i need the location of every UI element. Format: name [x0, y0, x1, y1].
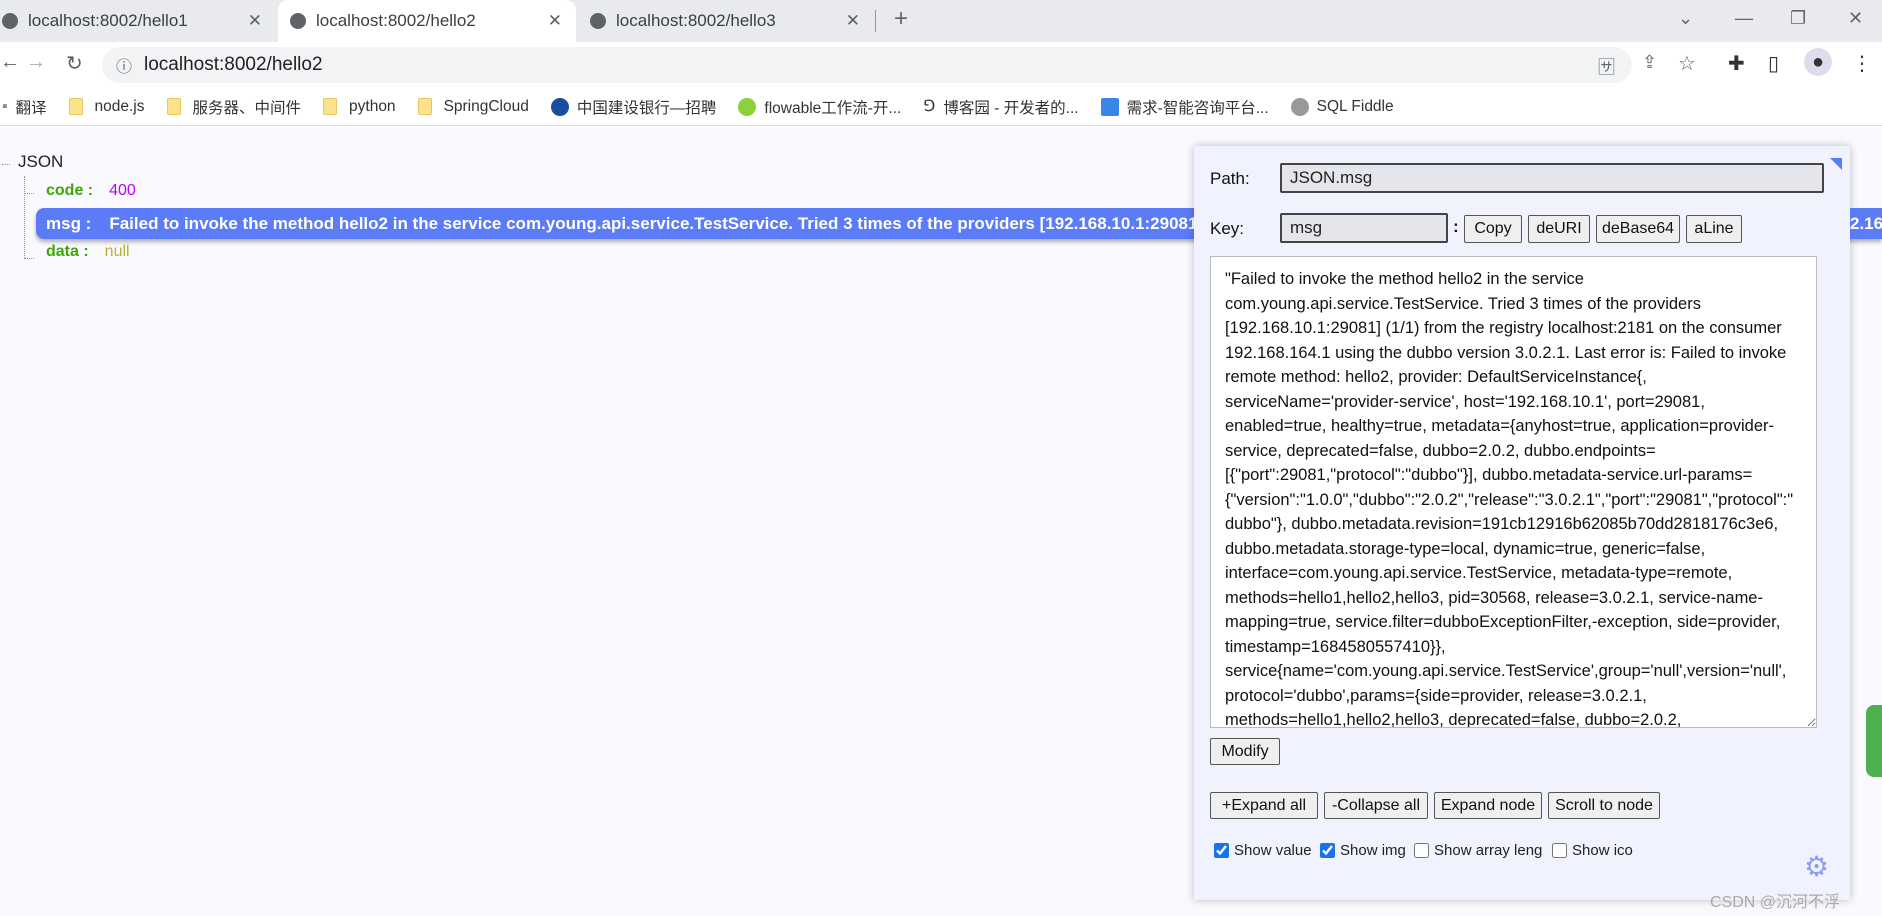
globe-icon	[590, 13, 606, 29]
connector	[24, 258, 34, 259]
folder-icon	[166, 98, 181, 115]
modify-button[interactable]: Modify	[1210, 738, 1280, 765]
bookmarks-bar: ▪ 翻译 node.js 服务器、中间件 python SpringCloud 中…	[0, 88, 1882, 126]
menu-icon[interactable]: ⋮	[1852, 51, 1872, 76]
tree-root[interactable]: JSON	[18, 152, 63, 172]
app-icon	[1100, 97, 1119, 116]
deuri-button[interactable]: deURI	[1528, 215, 1590, 243]
flowable-icon	[738, 97, 757, 116]
expand-node-button[interactable]: Expand node	[1434, 792, 1542, 819]
bookmark-springcloud[interactable]: SpringCloud	[417, 98, 529, 116]
key-field[interactable]: msg	[1280, 213, 1448, 243]
translate-icon: ▪	[2, 97, 8, 115]
show-array-length-checkbox[interactable]: Show array leng	[1414, 842, 1542, 859]
minimize-button[interactable]: —	[1735, 8, 1753, 29]
globe-icon	[290, 13, 306, 29]
watermark: CSDN @沉河不浮	[1710, 894, 1841, 911]
forward-icon[interactable]: →	[26, 51, 46, 74]
tab-bar: localhost:8002/hello1 ✕ localhost:8002/he…	[0, 0, 1882, 42]
extensions-icon[interactable]: ✚	[1728, 51, 1745, 76]
translate-icon[interactable]: 🈂	[1598, 53, 1615, 78]
checkbox[interactable]	[1320, 843, 1335, 858]
info-icon: ⓘ	[116, 59, 133, 76]
close-tab-icon[interactable]: ✕	[846, 11, 860, 31]
gear-icon[interactable]: ⚙	[1804, 850, 1829, 883]
toolbar: ← → ↻ ⓘ localhost:8002/hello2 🈂 ⇪ ☆ ✚ ▯ …	[0, 42, 1882, 88]
checkbox[interactable]	[1552, 843, 1567, 858]
folder-icon	[68, 98, 83, 115]
key-label: Key:	[1210, 219, 1245, 238]
tab-hello2[interactable]: localhost:8002/hello2 ✕	[278, 0, 576, 42]
bookmark-cnblogs[interactable]: ⅁ 博客园 - 开发者的...	[923, 96, 1078, 118]
divider	[875, 10, 876, 32]
sqlfiddle-icon	[1290, 97, 1309, 116]
path-field[interactable]: JSON.msg	[1280, 163, 1824, 193]
value-textarea[interactable]	[1210, 256, 1817, 728]
connector	[24, 176, 25, 258]
connector	[2, 164, 10, 165]
show-ico-checkbox[interactable]: Show ico	[1552, 842, 1633, 859]
bookmark-servers[interactable]: 服务器、中间件	[166, 96, 301, 118]
cnblogs-icon: ⅁	[923, 98, 936, 115]
globe-icon	[2, 13, 18, 29]
show-img-checkbox[interactable]: Show img	[1320, 842, 1406, 859]
bookmark-nodejs[interactable]: node.js	[68, 98, 145, 116]
expand-all-button[interactable]: +Expand all	[1210, 792, 1318, 819]
checkbox[interactable]	[1414, 843, 1429, 858]
restore-button[interactable]: ❐	[1790, 8, 1806, 29]
tab-hello1[interactable]: localhost:8002/hello1 ✕	[0, 0, 276, 42]
profile-avatar[interactable]: ●	[1804, 48, 1832, 76]
folder-icon	[417, 98, 432, 115]
scroll-to-node-button[interactable]: Scroll to node	[1548, 792, 1660, 819]
show-value-checkbox[interactable]: Show value	[1214, 842, 1312, 859]
new-tab-button[interactable]: +	[894, 5, 908, 33]
close-tab-icon[interactable]: ✕	[548, 11, 562, 31]
bookmark-translate[interactable]: ▪ 翻译	[2, 96, 47, 118]
bookmark-star-icon[interactable]: ☆	[1678, 51, 1696, 76]
side-panel-icon[interactable]: ▯	[1768, 51, 1779, 76]
bookmark-python[interactable]: python	[323, 98, 396, 116]
reload-icon[interactable]: ↻	[66, 51, 83, 76]
bookmark-flowable[interactable]: flowable工作流-开...	[738, 96, 901, 118]
bookmark-requirements[interactable]: 需求-智能咨询平台...	[1100, 96, 1269, 118]
tree-node-data[interactable]: data : null	[46, 243, 130, 261]
address-bar[interactable]: ⓘ localhost:8002/hello2 🈂 ⇪ ☆	[102, 47, 1696, 83]
back-icon[interactable]: ←	[0, 51, 20, 74]
colon: :	[1453, 217, 1459, 236]
bookmark-sqlfiddle[interactable]: SQL Fiddle	[1290, 97, 1394, 116]
tab-search-icon[interactable]: ⌄	[1678, 8, 1693, 29]
bookmark-ccb[interactable]: 中国建设银行—招聘	[550, 96, 716, 118]
connector	[24, 193, 34, 194]
checkbox[interactable]	[1214, 843, 1229, 858]
msg-row-overflow: 2.16	[1850, 208, 1882, 239]
close-window-button[interactable]: ✕	[1848, 8, 1863, 29]
tree-node-code[interactable]: code :400	[46, 182, 136, 200]
debase64-button[interactable]: deBase64	[1596, 215, 1680, 243]
path-label: Path:	[1210, 169, 1250, 188]
panel-corner-toggle[interactable]	[1830, 158, 1842, 170]
folder-icon	[323, 98, 338, 115]
share-icon[interactable]: ⇪	[1642, 52, 1657, 73]
collapse-all-button[interactable]: -Collapse all	[1324, 792, 1428, 819]
ccb-icon	[550, 97, 569, 116]
close-tab-icon[interactable]: ✕	[248, 11, 262, 31]
side-widget[interactable]	[1866, 705, 1882, 777]
copy-button[interactable]: Copy	[1464, 215, 1522, 243]
tab-hello3[interactable]: localhost:8002/hello3 ✕	[578, 0, 874, 42]
aline-button[interactable]: aLine	[1686, 215, 1742, 243]
